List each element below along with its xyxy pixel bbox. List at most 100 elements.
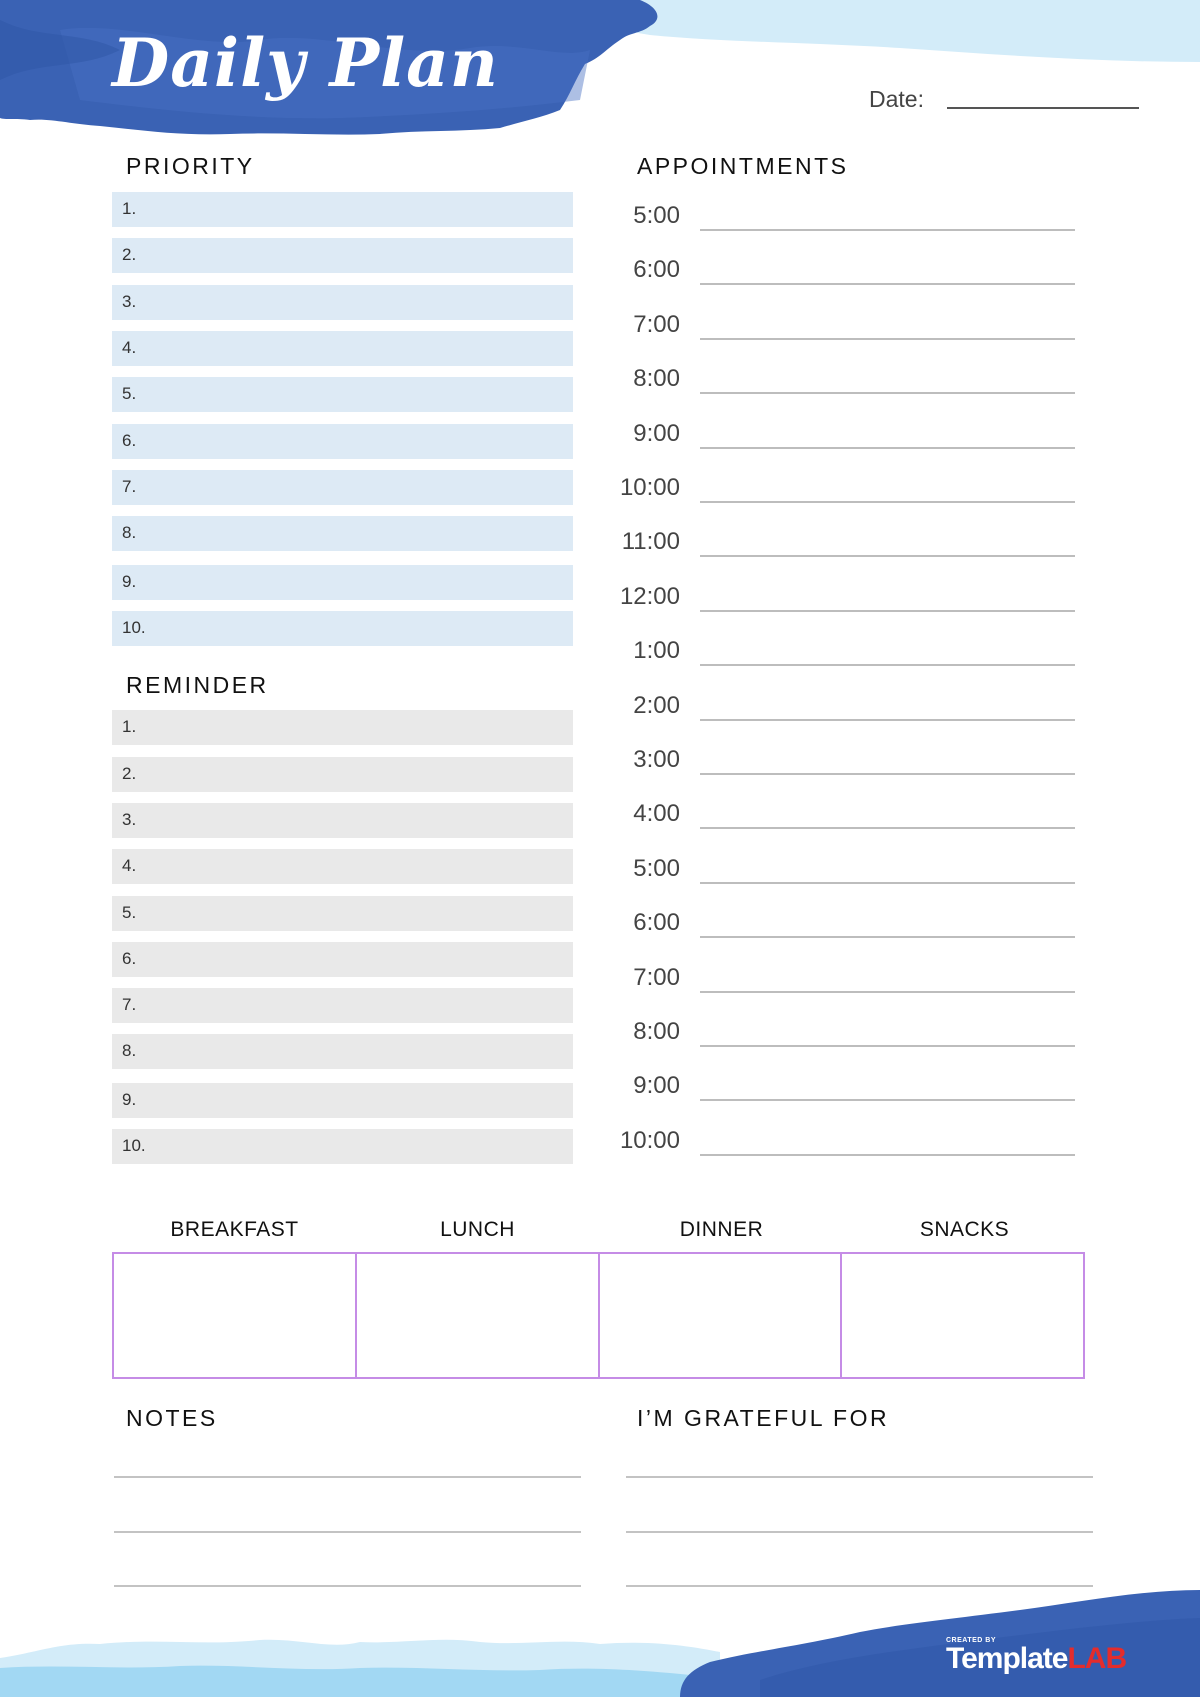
priority-row[interactable]: 9. [112,565,573,600]
footer-mid-wash [0,1665,700,1697]
notes-line[interactable] [114,1476,581,1478]
appointment-time: 5:00 [633,854,680,882]
appointment-line[interactable] [700,555,1075,558]
priority-row[interactable]: 5. [112,377,573,412]
appointment-time: 6:00 [633,256,680,284]
appointment-line[interactable] [700,392,1075,395]
priority-row[interactable]: 3. [112,285,573,320]
reminder-row-number: 3. [122,810,137,829]
priority-row-number: 8. [122,523,137,542]
appointment-time: 9:00 [633,1072,680,1100]
appointment-line[interactable] [700,936,1075,939]
templatelab-logo: CREATED BY TemplateLAB [946,1637,1127,1675]
reminder-row[interactable]: 3. [112,803,573,838]
appointment-time: 8:00 [633,1018,680,1045]
reminder-row-number: 1. [122,717,137,736]
reminder-row[interactable]: 5. [112,896,573,931]
meal-cell-breakfast[interactable] [114,1254,357,1377]
priority-row[interactable]: 8. [112,516,573,551]
appointment-time: 9:00 [633,419,680,447]
appointment-time: 4:00 [633,800,680,828]
appointment-time: 7:00 [633,963,680,991]
appointment-line[interactable] [700,1045,1075,1047]
appointment-time: 6:00 [633,909,680,937]
priority-row[interactable]: 7. [112,470,573,505]
priority-row-number: 10. [122,618,146,637]
notes-heading: NOTES [126,1405,218,1431]
appointment-line[interactable] [700,1099,1075,1102]
priority-row[interactable]: 6. [112,424,573,459]
appointment-line[interactable] [700,609,1075,612]
appointment-line[interactable] [700,827,1075,830]
page-title: Daily Plan [112,24,499,102]
appointment-line[interactable] [700,337,1075,340]
appointment-line[interactable] [700,664,1075,667]
reminder-row[interactable]: 4. [112,849,573,884]
reminder-row-number: 5. [122,903,137,922]
appointment-line[interactable] [700,881,1075,884]
appointment-line[interactable] [700,1153,1075,1156]
reminder-row-number: 7. [122,995,137,1014]
priority-row[interactable]: 4. [112,331,573,366]
appointment-time: 12:00 [619,582,680,610]
priority-row[interactable]: 2. [112,238,573,273]
meal-cell-lunch[interactable] [357,1254,600,1377]
reminder-row[interactable]: 9. [112,1083,573,1118]
appointment-time: 7:00 [633,310,680,338]
appointment-time: 3:00 [633,746,680,773]
meal-header-snacks: SNACKS [919,1218,1010,1241]
reminder-heading: REMINDER [126,672,269,698]
reminder-row-number: 4. [122,856,137,875]
appointment-time: 5:00 [633,202,680,229]
logo-lab-text: LAB [1067,1642,1127,1675]
priority-row-number: 6. [122,431,137,450]
reminder-row[interactable]: 1. [112,710,573,745]
date-label: Date: [869,86,924,112]
appointment-line[interactable] [700,283,1075,286]
priority-row-number: 1. [122,199,137,218]
appointment-time: 10:00 [619,1126,680,1154]
priority-row[interactable]: 10. [112,611,573,646]
notes-line[interactable] [114,1531,581,1533]
appointment-time: 10:00 [619,474,680,501]
reminder-row-number: 2. [122,764,137,783]
priority-row-number: 9. [122,572,137,591]
priority-row-number: 2. [122,245,137,264]
priority-row-number: 5. [122,384,137,403]
reminder-row[interactable]: 8. [112,1034,573,1069]
grateful-line[interactable] [626,1531,1093,1533]
reminder-row-number: 6. [122,949,137,968]
reminder-row[interactable]: 10. [112,1129,573,1164]
meal-header-lunch: LUNCH [440,1218,515,1241]
meal-header-breakfast: BREAKFAST [170,1218,299,1241]
appointment-time: 8:00 [633,365,680,393]
logo-template-text: Template [946,1642,1068,1675]
grateful-line[interactable] [626,1476,1093,1478]
appointment-line[interactable] [700,446,1075,449]
priority-row-number: 4. [122,338,137,357]
meal-cell-snacks[interactable] [842,1254,1083,1377]
header-light-wash [600,0,1200,62]
appointment-time: 2:00 [633,691,680,719]
meal-header-dinner: DINNER [679,1218,764,1241]
appointment-line[interactable] [700,718,1075,721]
reminder-row[interactable]: 2. [112,757,573,792]
appointment-line[interactable] [700,990,1075,993]
priority-row-number: 3. [122,292,137,311]
appointment-line[interactable] [700,229,1075,231]
reminder-row[interactable]: 6. [112,942,573,977]
grateful-heading: I’M GRATEFUL FOR [637,1405,890,1431]
priority-row-number: 7. [122,477,137,496]
meal-cell-dinner[interactable] [600,1254,843,1377]
appointments-heading: APPOINTMENTS [637,153,849,179]
appointment-line[interactable] [700,773,1075,775]
date-input-line[interactable] [947,107,1139,109]
priority-heading: PRIORITY [126,153,255,179]
reminder-row-number: 10. [122,1136,146,1155]
priority-row[interactable]: 1. [112,192,573,227]
reminder-row[interactable]: 7. [112,988,573,1023]
appointment-time: 11:00 [621,528,680,556]
appointment-line[interactable] [700,501,1075,503]
reminder-row-number: 9. [122,1090,137,1109]
reminder-row-number: 8. [122,1041,137,1060]
